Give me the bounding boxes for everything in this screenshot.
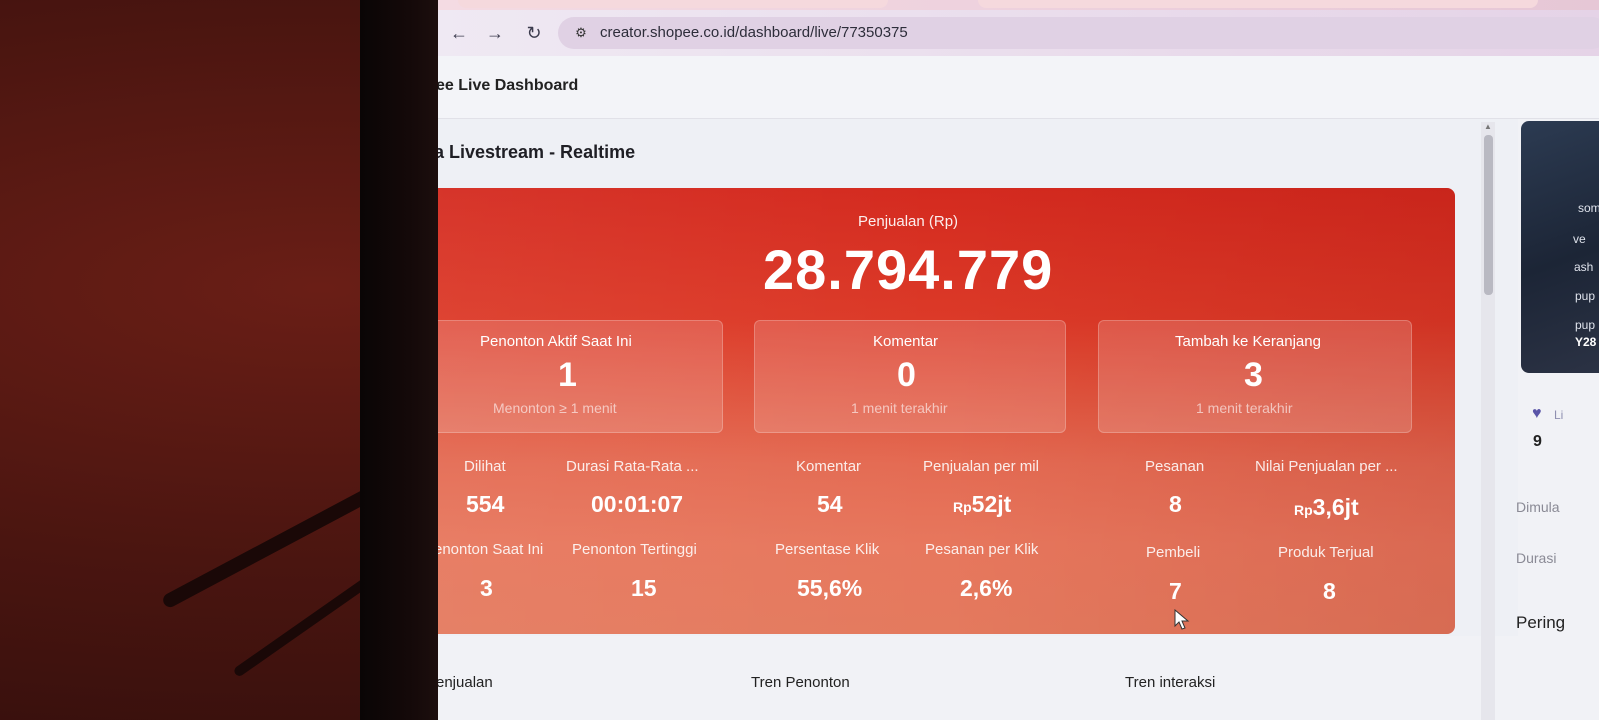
metric-label: Nilai Penjualan per ... [1255,458,1398,475]
metric-value: 8 [1323,578,1336,604]
metric-value: 52jt [971,491,1012,517]
currency-prefix: Rp [953,499,972,515]
app-title: ee Live Dashboard [438,77,579,94]
tab-sales-trend[interactable]: enjualan [438,674,493,691]
metric-label: Penonton Tertinggi [572,541,697,558]
like-label: Li [1554,408,1564,422]
metric-label: Persentase Klik [775,541,880,558]
page-title: a Livestream - Realtime [438,142,636,162]
metric-label: enonton Saat Ini [438,541,544,558]
metric-value: 15 [631,575,657,601]
card-sub: 1 menit terakhir [851,400,948,416]
duration-label: Durasi [1516,550,1557,566]
sales-label: Penjualan (Rp) [858,213,959,230]
card-sub: Menonton ≥ 1 menit [493,400,617,416]
monitor-bezel [360,0,442,720]
url-text[interactable]: creator.shopee.co.id/dashboard/live/7735… [600,24,908,41]
forward-icon[interactable]: → [484,22,506,44]
card-value: 1 [558,356,577,394]
like-count: 9 [1533,433,1542,450]
scroll-up-icon[interactable]: ▲ [1482,122,1494,134]
metric-label: Pesanan per Klik [925,541,1039,558]
metric-label: Pembeli [1146,544,1201,561]
monitor-screen: ← → ↻ ⚙ creator.shopee.co.id/dashboard/l… [438,0,1599,720]
card-sub: 1 menit terakhir [1196,400,1293,416]
browser-tab[interactable] [458,0,888,8]
heart-icon[interactable]: ♥ [1532,405,1542,423]
metric-value: 3,6jt [1312,494,1359,520]
metric-label: Produk Terjual [1278,544,1374,561]
app-header [438,56,1599,119]
started-label: Dimula [1516,499,1560,515]
mouse-cursor-icon [1174,609,1190,630]
metric-label: Penjualan per mil [923,458,1039,475]
reload-icon[interactable]: ↻ [523,22,545,44]
site-settings-icon[interactable]: ⚙ [572,24,590,42]
preview-text: ve [1573,232,1586,246]
metric-value: 8 [1169,491,1182,517]
trend-tabs-bar [438,636,1599,720]
card-label: Tambah ke Keranjang [1175,333,1321,350]
preview-text: som [1578,201,1599,215]
card-label: Komentar [873,333,939,350]
metric-value-sales-per-mil: Rp52jt [953,491,1011,518]
scrollbar-thumb[interactable] [1484,135,1493,295]
preview-text: pup [1575,318,1596,332]
metric-value: 55,6% [797,575,863,601]
currency-prefix: Rp [1294,502,1313,518]
metric-value: 554 [466,491,505,517]
ranking-label: Pering [1516,613,1566,632]
back-icon[interactable]: ← [448,22,470,44]
card-label: Penonton Aktif Saat Ini [480,333,632,350]
preview-text: ash [1574,260,1594,274]
metric-value: 7 [1169,578,1182,604]
metric-label: Pesanan [1145,458,1205,475]
metric-value: 3 [480,575,493,601]
sales-value: 28.794.779 [763,238,1054,301]
card-value: 0 [897,356,916,394]
metric-value: 2,6% [960,575,1013,601]
metric-label: Dilihat [464,458,506,475]
preview-text: Y28 [1575,335,1597,349]
metric-value: 00:01:07 [591,491,684,517]
metric-label: Komentar [796,458,862,475]
card-value: 3 [1244,356,1263,394]
metric-label: Durasi Rata-Rata ... [566,458,699,475]
metric-value: 54 [817,491,843,517]
preview-text: pup [1575,289,1596,303]
metric-value-sales-value-per: Rp3,6jt [1294,494,1359,521]
tab-interaction-trend[interactable]: Tren interaksi [1125,674,1215,691]
browser-tab[interactable] [978,0,1538,8]
tab-viewer-trend[interactable]: Tren Penonton [751,674,850,691]
